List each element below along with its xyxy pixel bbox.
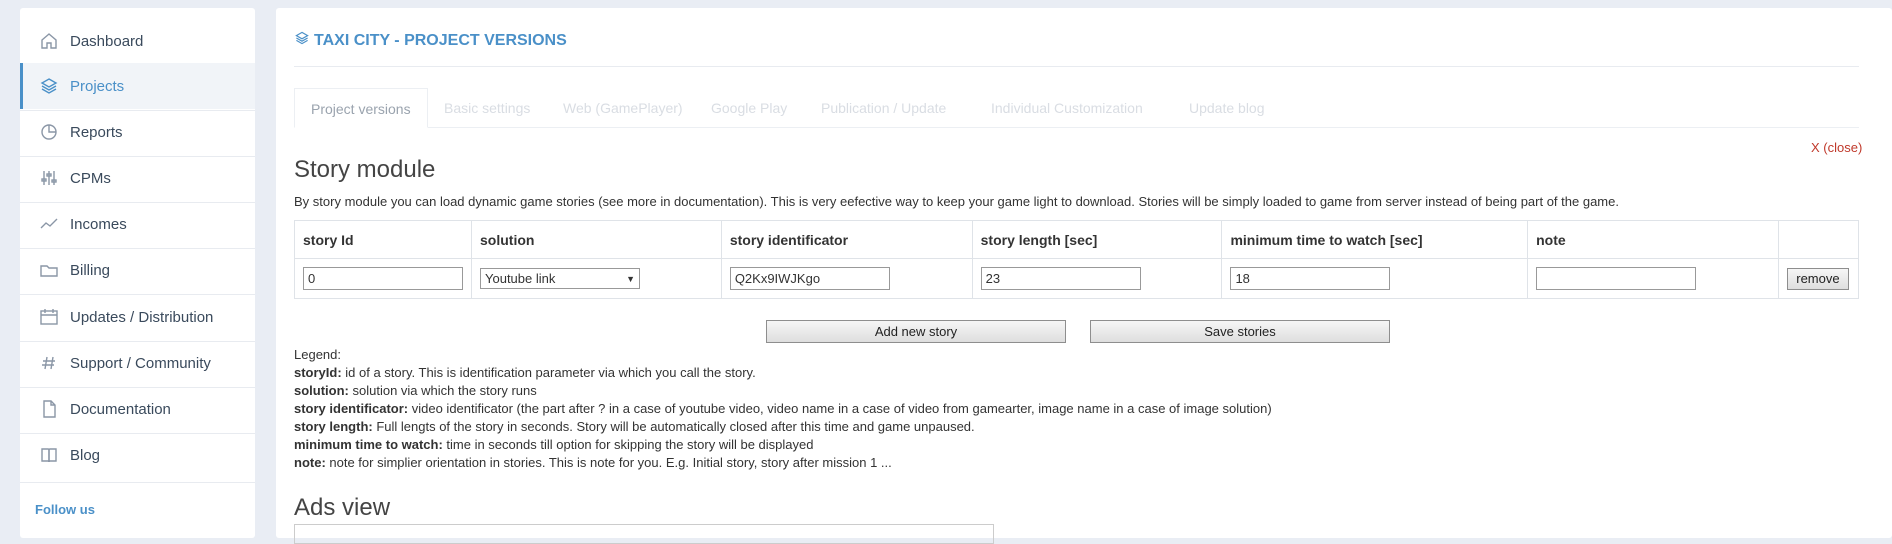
tab-project-versions[interactable]: Project versions [294,88,428,128]
sidebar-item-label: Updates / Distribution [70,308,214,326]
tab-publication-update[interactable]: Publication / Update [805,88,962,128]
story-identificator-input[interactable] [729,267,890,290]
trend-icon [38,213,60,235]
table-row: Youtube link ▼ remove [294,258,1860,299]
legend-term: note: [294,455,326,470]
layers-icon [294,30,314,51]
legend-term: minimum time to watch: [294,437,443,452]
column-header: story length [sec] [971,220,1223,259]
sidebar-item-label: Dashboard [70,32,144,50]
sidebar-item-updates[interactable]: Updates / Distribution [20,294,255,340]
sidebar-item-label: Projects [70,77,125,95]
calendar-icon [38,306,60,328]
legend-text: solution via which the story runs [348,383,537,398]
sidebar-item-projects[interactable]: Projects [20,63,255,109]
legend-item: story identificator: video identificator… [294,400,1272,418]
legend: Legend: storyId: id of a story. This is … [294,346,1272,472]
tab-update-blog[interactable]: Update blog [1173,88,1281,128]
sidebar-item-label: Blog [70,446,101,464]
solution-select-value: Youtube link [485,271,556,286]
sidebar: Dashboard Projects Reports CPMs Incomes … [20,8,255,538]
sidebar-item-label: CPMs [70,169,111,187]
folder-icon [38,259,60,281]
note-input[interactable] [1536,267,1697,290]
ads-view-title: Ads view [294,494,391,521]
sidebar-item-incomes[interactable]: Incomes [20,201,255,247]
legend-heading: Legend: [294,347,341,362]
document-icon [38,398,60,420]
tab-google-play[interactable]: Google Play [695,88,803,128]
column-header: story identificator [720,220,973,259]
column-header-empty [1777,220,1860,259]
legend-item: solution: solution via which the story r… [294,382,1272,400]
add-story-button[interactable]: Add new story [766,320,1066,343]
story-id-input[interactable] [303,267,463,290]
sidebar-item-label: Incomes [70,215,127,233]
column-header: minimum time to watch [sec] [1221,220,1529,259]
page-title-text: TAXI CITY - PROJECT VERSIONS [314,31,567,49]
story-length-input[interactable] [980,267,1141,290]
legend-text: video identificator (the part after ? in… [408,401,1272,416]
legend-item: note: note for simplier orientation in s… [294,454,1272,472]
sidebar-item-label: Support / Community [70,354,211,372]
min-watch-input[interactable] [1230,267,1391,290]
legend-term: story length: [294,419,373,434]
story-module-description: By story module you can load dynamic gam… [294,194,1619,209]
stories-table: story Id solution story identificator st… [294,220,1860,299]
dropdown-arrow-icon: ▼ [626,273,635,284]
page-title: TAXI CITY - PROJECT VERSIONS [294,30,567,51]
sliders-icon [38,167,60,189]
legend-text: Full lengts of the story in seconds. Sto… [372,419,975,434]
column-header: solution [471,220,722,259]
tab-web-gameplayer[interactable]: Web (GamePlayer) [547,88,699,128]
follow-us-label: Follow us [35,502,95,517]
legend-text: note for simplier orientation in stories… [325,455,892,470]
tab-basic-settings[interactable]: Basic settings [428,88,546,128]
book-icon [38,444,60,466]
legend-term: storyId: [294,365,342,380]
divider [20,482,255,483]
sidebar-item-label: Reports [70,123,123,141]
remove-button[interactable]: remove [1786,267,1849,290]
sidebar-item-label: Billing [70,261,111,279]
divider [294,66,1859,67]
legend-text: id of a story. This is identification pa… [341,365,756,380]
main-panel: TAXI CITY - PROJECT VERSIONS Project ver… [276,8,1892,544]
sidebar-item-cpms[interactable]: CPMs [20,155,255,201]
sidebar-item-support[interactable]: Support / Community [20,340,255,386]
save-stories-button[interactable]: Save stories [1090,320,1390,343]
tab-bar: Project versions Basic settings Web (Gam… [294,88,1859,128]
table-header-row: story Id solution story identificator st… [294,220,1860,259]
tab-individual-customization[interactable]: Individual Customization [975,88,1159,128]
sidebar-item-reports[interactable]: Reports [20,109,255,155]
legend-text: time in seconds till option for skipping… [442,437,814,452]
legend-term: solution: [294,383,349,398]
column-header: note [1527,220,1779,259]
legend-item: minimum time to watch: time in seconds t… [294,436,1272,454]
legend-item: storyId: id of a story. This is identifi… [294,364,1272,382]
home-icon [38,30,60,52]
layers-icon [38,75,60,97]
solution-select[interactable]: Youtube link ▼ [480,268,640,289]
sidebar-item-dashboard[interactable]: Dashboard [20,18,255,64]
ads-view-box [294,524,994,544]
sidebar-item-billing[interactable]: Billing [20,247,255,293]
legend-term: story identificator: [294,401,409,416]
sidebar-item-documentation[interactable]: Documentation [20,386,255,432]
hash-icon [38,352,60,374]
story-module-title: Story module [294,156,436,183]
column-header: story Id [294,220,472,259]
sidebar-item-blog[interactable]: Blog [20,432,255,478]
sidebar-item-label: Documentation [70,400,171,418]
pie-chart-icon [38,121,60,143]
legend-item: story length: Full lengts of the story i… [294,418,1272,436]
close-link[interactable]: X (close) [1811,140,1862,155]
